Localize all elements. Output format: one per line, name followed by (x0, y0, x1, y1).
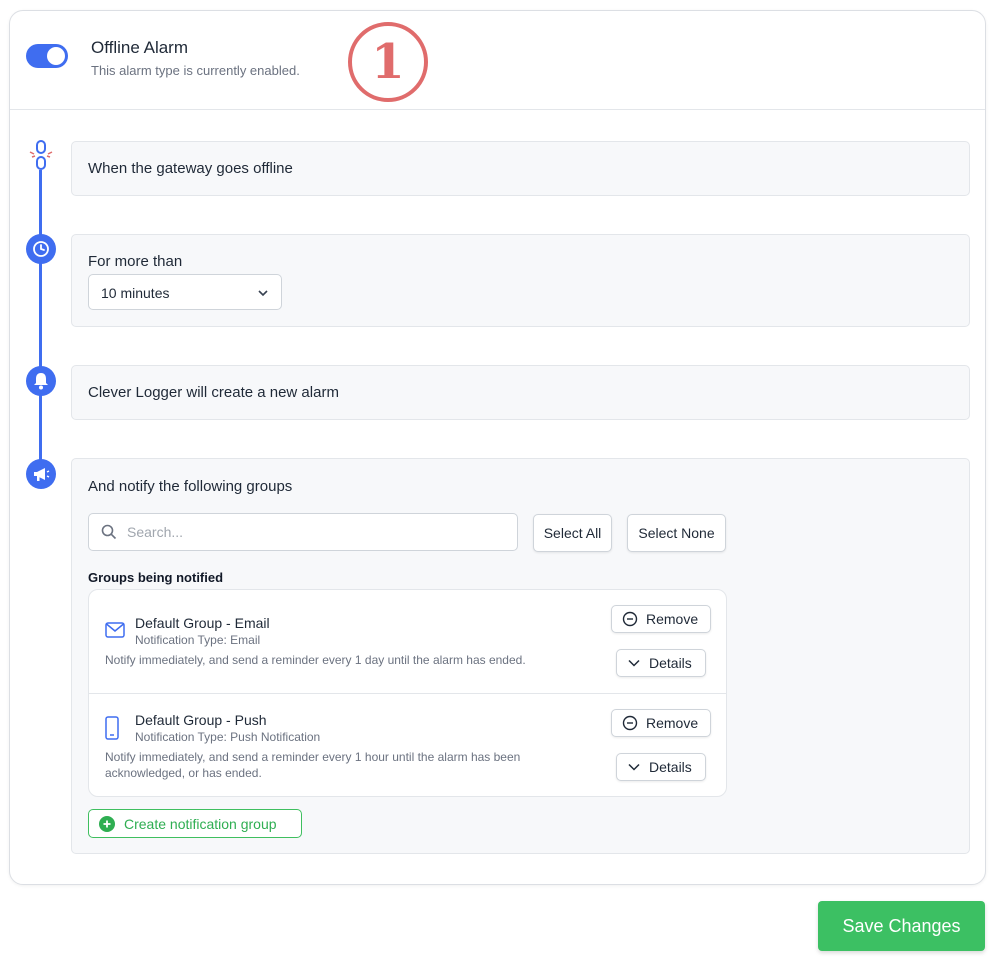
annotation-marker-1: 1 (348, 22, 428, 102)
bell-icon (26, 366, 56, 396)
notify-label: And notify the following groups (88, 478, 293, 495)
details-push-group-button[interactable]: Details (616, 753, 706, 781)
remove-label: Remove (646, 611, 699, 627)
group-type: Notification Type: Push Notification (135, 730, 321, 744)
step-trigger: When the gateway goes offline (71, 141, 970, 196)
alarm-header: Offline Alarm This alarm type is current… (10, 11, 985, 110)
create-group-label: Create notification group (124, 815, 277, 832)
save-changes-button[interactable]: Save Changes (818, 901, 985, 951)
clock-icon (26, 234, 56, 264)
duration-label: For more than (88, 253, 183, 270)
group-search-input[interactable] (127, 514, 507, 550)
group-description: Notify immediately, and send a reminder … (105, 653, 526, 667)
details-email-group-button[interactable]: Details (616, 649, 706, 677)
alarm-text: Clever Logger will create a new alarm (88, 384, 339, 401)
envelope-icon (105, 622, 125, 643)
remove-label: Remove (646, 715, 699, 731)
timeline-line (39, 162, 42, 474)
step-notify: And notify the following groups Select A… (71, 458, 970, 854)
duration-select-value: 10 minutes (101, 285, 170, 301)
step-alarm: Clever Logger will create a new alarm (71, 365, 970, 420)
plus-circle-icon (99, 815, 115, 832)
group-name: Default Group - Push (135, 712, 267, 728)
minus-circle-icon (622, 715, 638, 731)
megaphone-icon (26, 459, 56, 489)
notified-groups-list: Default Group - Email Notification Type:… (88, 589, 727, 797)
alarm-status-text: This alarm type is currently enabled. (91, 63, 300, 78)
chevron-down-icon (257, 286, 269, 304)
minus-circle-icon (622, 611, 638, 627)
alarm-enabled-toggle[interactable] (26, 44, 68, 68)
group-type: Notification Type: Email (135, 633, 261, 647)
group-description: Notify immediately, and send a reminder … (105, 750, 521, 780)
group-row-push: Default Group - Push Notification Type: … (89, 693, 726, 797)
phone-icon (105, 716, 119, 745)
chevron-down-icon (628, 763, 640, 771)
create-notification-group-button[interactable]: Create notification group (88, 809, 302, 838)
select-none-button[interactable]: Select None (627, 514, 726, 552)
group-search (88, 513, 518, 551)
group-name: Default Group - Email (135, 615, 270, 631)
broken-link-icon (26, 140, 56, 170)
toggle-knob (47, 47, 65, 65)
details-label: Details (649, 655, 692, 671)
duration-select[interactable]: 10 minutes (88, 274, 282, 310)
alarm-title: Offline Alarm (91, 38, 189, 57)
chevron-down-icon (628, 659, 640, 667)
trigger-text: When the gateway goes offline (88, 160, 293, 177)
search-icon (101, 524, 117, 545)
select-all-button[interactable]: Select All (533, 514, 612, 552)
details-label: Details (649, 759, 692, 775)
remove-push-group-button[interactable]: Remove (611, 709, 711, 737)
groups-being-notified-heading: Groups being notified (88, 570, 224, 585)
remove-email-group-button[interactable]: Remove (611, 605, 711, 633)
step-duration: For more than 10 minutes (71, 234, 970, 327)
group-row-email: Default Group - Email Notification Type:… (89, 590, 726, 693)
